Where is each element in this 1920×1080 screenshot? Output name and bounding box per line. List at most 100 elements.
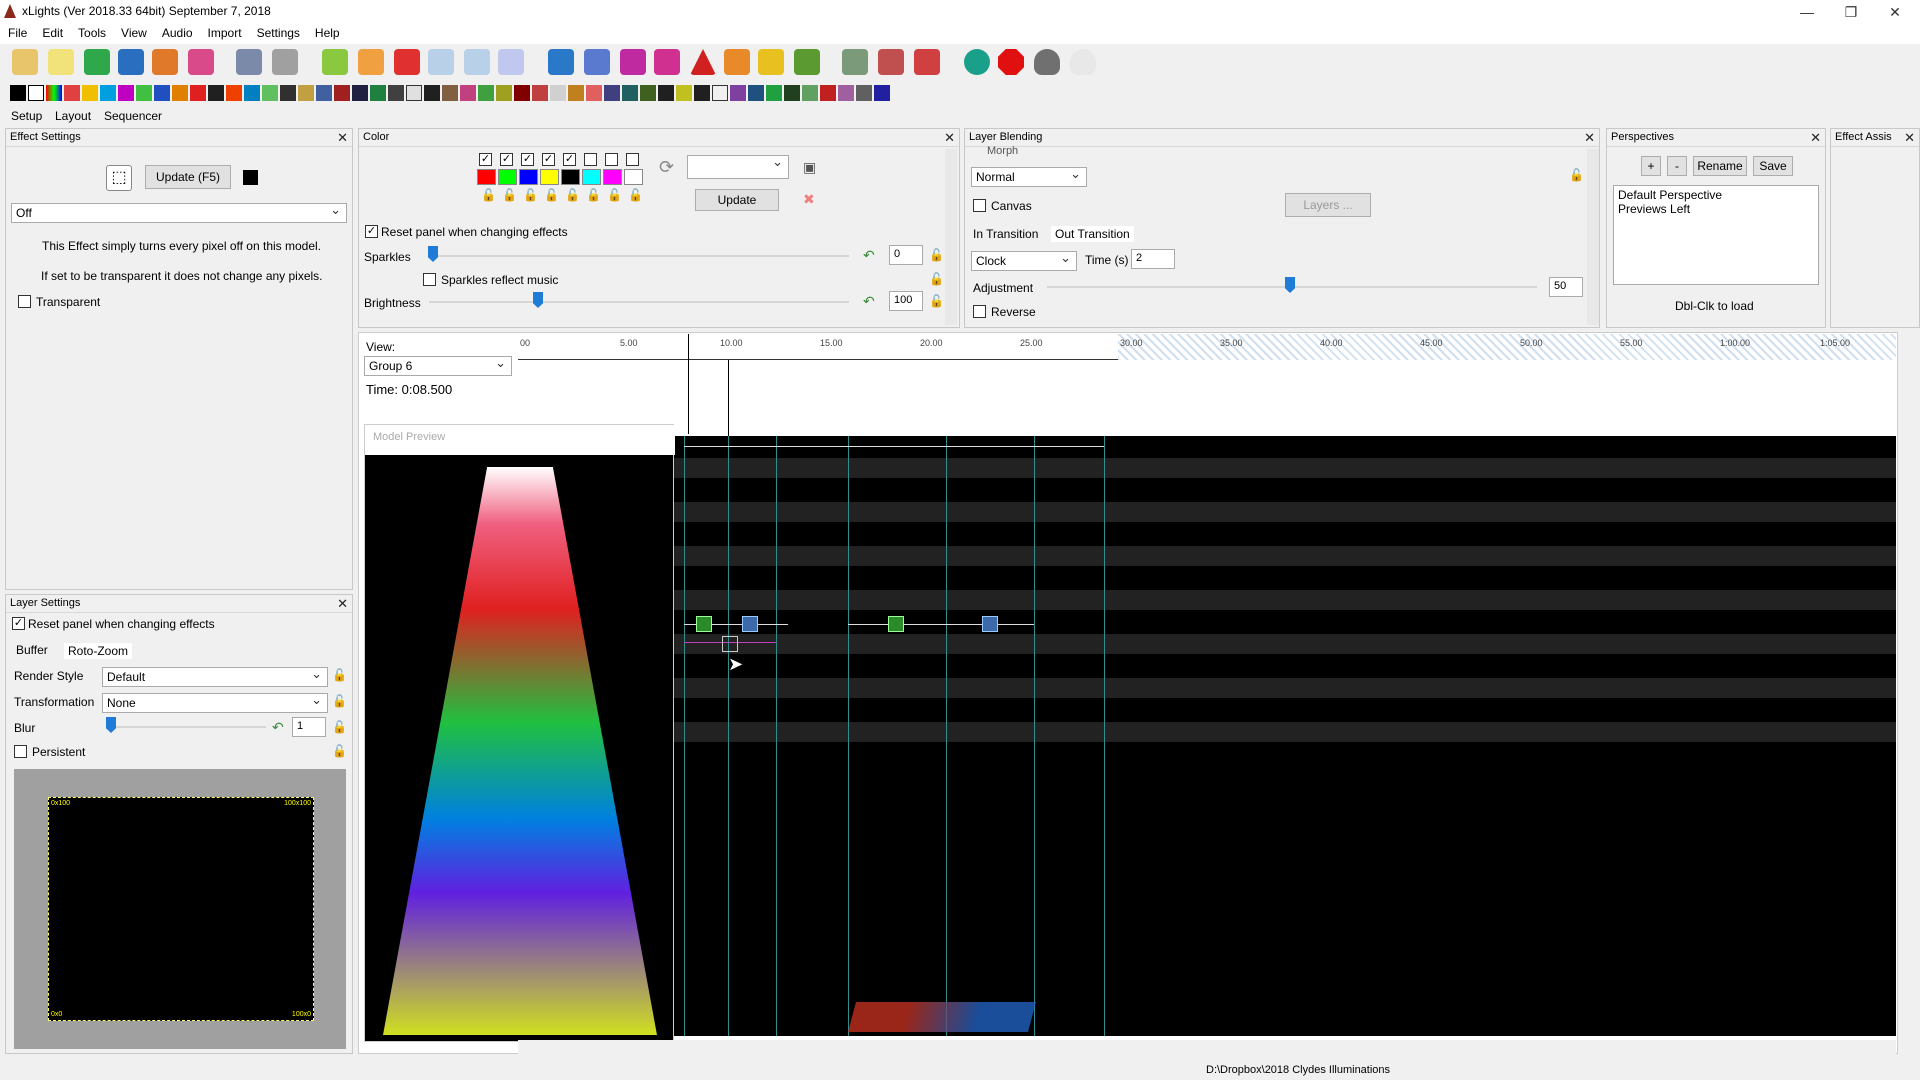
palette-swatch[interactable] [477, 169, 496, 185]
list-item[interactable]: Default Perspective [1618, 188, 1814, 202]
render-icon[interactable] [152, 49, 178, 75]
menu-tools[interactable]: Tools [70, 24, 113, 40]
effect-garlands-icon[interactable] [280, 85, 296, 101]
effect-state-icon[interactable] [766, 85, 782, 101]
time-value[interactable]: 2 [1131, 249, 1175, 269]
palette-select[interactable] [687, 154, 789, 179]
close-icon[interactable]: ✕ [1904, 130, 1915, 146]
tab-roto-zoom[interactable]: Roto-Zoom [64, 643, 133, 659]
open-folder-icon[interactable] [84, 49, 110, 75]
grid-icon[interactable] [584, 49, 610, 75]
lightbulb-icon[interactable] [1070, 49, 1096, 75]
lock-icon[interactable]: 🔓 [929, 273, 944, 287]
color-scrollbar[interactable] [945, 149, 957, 325]
effect-vu-meter-icon[interactable] [874, 85, 890, 101]
transformation-select[interactable]: None [102, 692, 328, 713]
effect-shimmer-icon[interactable] [640, 85, 656, 101]
palette-swatch[interactable] [624, 169, 643, 185]
effect-spirals-icon[interactable] [730, 85, 746, 101]
palette-swatch[interactable] [582, 169, 601, 185]
blur-slider[interactable] [106, 717, 116, 733]
effect-butterfly-icon[interactable] [64, 85, 80, 101]
lock-icon[interactable]: 🔓 [1569, 169, 1584, 183]
tab-in-transition[interactable]: In Transition [973, 227, 1038, 241]
new-sequence-icon[interactable] [12, 49, 38, 75]
effect-spirograph-icon[interactable] [748, 85, 764, 101]
lock-icon[interactable]: 🔓 [929, 249, 944, 263]
effect-lines-icon[interactable] [388, 85, 404, 101]
lightbulb-off-icon[interactable] [1034, 49, 1060, 75]
adjustment-slider[interactable] [1285, 277, 1295, 293]
add-perspective-button[interactable]: + [1641, 156, 1661, 176]
effect-snowflakes-icon[interactable] [694, 85, 710, 101]
horizontal-scrollbar[interactable] [518, 1040, 1896, 1054]
tab-layout[interactable]: Layout [55, 109, 91, 123]
timer-icon[interactable] [236, 49, 262, 75]
palette-swatch[interactable] [561, 169, 580, 185]
effect-shape-icon[interactable] [622, 85, 638, 101]
vu-meter-effect-icon[interactable] [982, 616, 998, 632]
timeline-ruler[interactable]: 00 5.00 10.00 15.00 20.00 25.00 30.00 35.00 40.0… [518, 334, 1896, 360]
effect-servo-icon[interactable] [586, 85, 602, 101]
effect-pictures-icon[interactable] [514, 85, 530, 101]
effect-fire-icon[interactable] [226, 85, 242, 101]
menu-view[interactable]: View [113, 24, 154, 40]
refresh-icon[interactable]: ⟳ [659, 157, 674, 178]
warning-icon[interactable] [690, 49, 716, 75]
effect-dmx-icon[interactable] [154, 85, 170, 101]
effect-piano-icon[interactable] [496, 85, 512, 101]
effect-icon[interactable] [696, 616, 712, 632]
menu-import[interactable]: Import [200, 24, 249, 40]
effect-kaleidoscope-icon[interactable] [334, 85, 350, 101]
color-swatch[interactable] [243, 170, 258, 185]
effect-bars-icon[interactable] [46, 85, 62, 101]
effect-color-wash-icon[interactable] [118, 85, 134, 101]
minimize-icon[interactable]: — [1784, 0, 1830, 24]
update-palette-button[interactable]: Update [695, 189, 779, 211]
calculator-icon[interactable] [272, 49, 298, 75]
remove-perspective-button[interactable]: - [1667, 156, 1687, 176]
close-icon[interactable]: ✕ [1584, 130, 1595, 146]
effect-fireworks-icon[interactable] [244, 85, 260, 101]
tab-out-transition[interactable]: Out Transition [1051, 226, 1134, 242]
effect-galaxy-icon[interactable] [262, 85, 278, 101]
value-curve-icon[interactable]: ↶ [863, 247, 875, 264]
render-style-select[interactable]: Default [102, 666, 328, 687]
effect-meteors-icon[interactable] [442, 85, 458, 101]
close-icon[interactable]: ✕ [1872, 0, 1918, 24]
menu-file[interactable]: File [0, 24, 34, 40]
sparkles-value[interactable]: 0 [889, 245, 923, 265]
effect-guitar-icon[interactable] [316, 85, 332, 101]
adjustment-value[interactable]: 50 [1549, 277, 1583, 297]
effect-morph-icon[interactable] [460, 85, 476, 101]
lock-icon[interactable]: 🔓 [332, 669, 347, 683]
effect-faces-icon[interactable] [172, 85, 188, 101]
effect-candle-icon[interactable] [82, 85, 98, 101]
pause-icon[interactable] [358, 49, 384, 75]
rewind-icon[interactable] [428, 49, 454, 75]
brightness-value[interactable]: 100 [889, 291, 923, 311]
lock-icon[interactable]: 🔓 [332, 695, 347, 709]
cube-icon[interactable]: ⬚ [106, 165, 132, 191]
delete-palette-icon[interactable]: ✖ [803, 191, 815, 208]
effect-marquee-icon[interactable] [424, 85, 440, 101]
menu-audio[interactable]: Audio [154, 24, 200, 40]
lock-icon[interactable]: 🔓 [332, 745, 347, 759]
effect-strobe-icon[interactable] [784, 85, 800, 101]
save-perspective-button[interactable]: Save [1753, 156, 1793, 176]
export-icon[interactable] [914, 49, 940, 75]
effect-tree-icon[interactable] [838, 85, 854, 101]
effect-circles-icon[interactable] [100, 85, 116, 101]
house-icon[interactable] [724, 49, 750, 75]
play-icon[interactable] [322, 49, 348, 75]
save-palette-icon[interactable]: ▣ [803, 159, 816, 176]
effect-text-icon[interactable] [820, 85, 836, 101]
effect-tendril-icon[interactable] [802, 85, 818, 101]
buffer-box[interactable]: 0x100 100x100 0x0 100x0 [48, 797, 314, 1021]
replay-icon[interactable] [498, 49, 524, 75]
tab-buffer[interactable]: Buffer [16, 643, 48, 657]
effect-life-icon[interactable] [352, 85, 368, 101]
palette-swatch[interactable] [519, 169, 538, 185]
effect-curtain-icon[interactable] [136, 85, 152, 101]
lock-icon[interactable]: 🔓 [929, 295, 944, 309]
